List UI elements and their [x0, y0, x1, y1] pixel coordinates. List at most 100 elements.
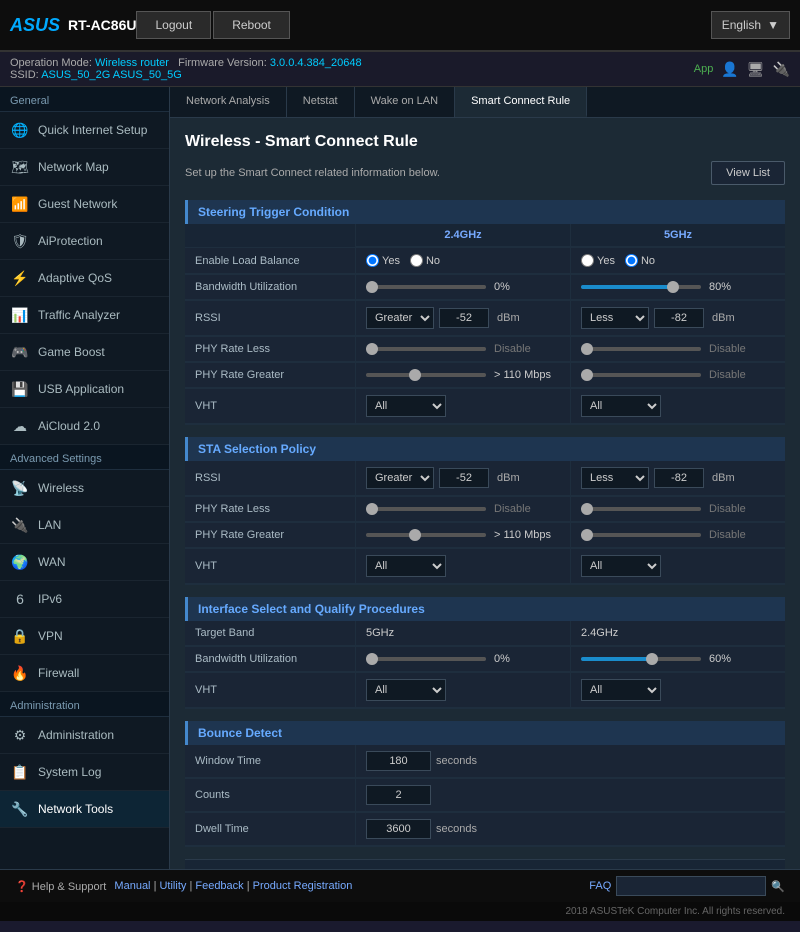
tab-netstat[interactable]: Netstat: [287, 87, 355, 117]
traffic-analyzer-icon: 📊: [10, 305, 30, 325]
lb-5g-yes-radio[interactable]: [581, 254, 594, 267]
feedback-link[interactable]: Feedback: [195, 880, 243, 892]
lb-2g-no-radio[interactable]: [410, 254, 423, 267]
sidebar-item-game-boost[interactable]: 🎮 Game Boost: [0, 334, 169, 371]
sidebar-item-adaptive-qos[interactable]: ⚡ Adaptive QoS: [0, 260, 169, 297]
vht-2g-select[interactable]: AllVHT onlyNon-VHT: [366, 395, 446, 417]
footer-links: Manual | Utility | Feedback | Product Re…: [111, 880, 352, 892]
lb-5g-no-label[interactable]: No: [625, 254, 655, 267]
tab-wake-on-lan[interactable]: Wake on LAN: [355, 87, 455, 117]
vht-5g-select[interactable]: AllVHT onlyNon-VHT: [581, 395, 661, 417]
administration-icon: ⚙: [10, 725, 30, 745]
firmware-link[interactable]: 3.0.0.4.384_20648: [270, 57, 362, 69]
view-list-button[interactable]: View List: [711, 161, 785, 185]
sidebar-item-network-map[interactable]: 🗺 Network Map: [0, 149, 169, 186]
bw-5g-slider[interactable]: [581, 285, 701, 289]
guest-network-icon: 📶: [10, 194, 30, 214]
sta-vht-5g-select[interactable]: AllVHT only: [581, 555, 661, 577]
sta-phy-greater-5g-slider[interactable]: [581, 533, 701, 537]
ipv6-icon: 6: [10, 589, 30, 609]
sta-phy-less-2g: Disable: [355, 497, 570, 522]
lb-2g-no-label[interactable]: No: [410, 254, 440, 267]
sidebar-item-system-log[interactable]: 📋 System Log: [0, 754, 169, 791]
sidebar-item-label: Guest Network: [38, 197, 117, 211]
phy-less-2g-slider[interactable]: [366, 347, 486, 351]
product-reg-link[interactable]: Product Registration: [253, 880, 353, 892]
usb-icon[interactable]: 🔌: [773, 61, 790, 78]
iface-vht-2g-select[interactable]: AllVHT only: [366, 679, 446, 701]
sidebar-item-quick-internet[interactable]: 🌐 Quick Internet Setup: [0, 112, 169, 149]
sta-phy-greater-2g-slider[interactable]: [366, 533, 486, 537]
dwell-time-input[interactable]: [366, 819, 431, 839]
search-icon[interactable]: 🔍: [771, 880, 785, 893]
phy-less-5g-slider[interactable]: [581, 347, 701, 351]
sidebar-item-vpn[interactable]: 🔒 VPN: [0, 618, 169, 655]
sidebar-item-lan[interactable]: 🔌 LAN: [0, 507, 169, 544]
sta-rssi-5g-operator[interactable]: LessGreater: [581, 467, 649, 489]
reboot-button[interactable]: Reboot: [213, 11, 290, 39]
tab-smart-connect-rule[interactable]: Smart Connect Rule: [455, 87, 587, 117]
game-boost-icon: 🎮: [10, 342, 30, 362]
sta-rssi-5g-value[interactable]: [654, 468, 704, 488]
faq-search-input[interactable]: [616, 876, 766, 896]
sta-rssi-2g-value[interactable]: [439, 468, 489, 488]
utility-link[interactable]: Utility: [159, 880, 186, 892]
operation-mode-link[interactable]: Wireless router: [95, 57, 169, 69]
phy-greater-5g-slider[interactable]: [581, 373, 701, 377]
ssid-5g-link[interactable]: ASUS_50_5G: [113, 69, 182, 81]
sidebar-item-wan[interactable]: 🌍 WAN: [0, 544, 169, 581]
tab-network-analysis[interactable]: Network Analysis: [170, 87, 287, 117]
counts-input[interactable]: [366, 785, 431, 805]
wireless-icon: 📡: [10, 478, 30, 498]
iface-bw-5g-slider[interactable]: [581, 657, 701, 661]
sta-phy-less-5g-slider[interactable]: [581, 507, 701, 511]
rssi-5g-value[interactable]: [654, 308, 704, 328]
lb-5g-no-radio[interactable]: [625, 254, 638, 267]
sidebar-item-usb-application[interactable]: 💾 USB Application: [0, 371, 169, 408]
sidebar-item-network-tools[interactable]: 🔧 Network Tools: [0, 791, 169, 828]
logout-button[interactable]: Logout: [136, 11, 211, 39]
vht-label-steering: VHT: [185, 389, 355, 424]
rssi-2g-operator[interactable]: GreaterLess: [366, 307, 434, 329]
lb-5g-radio-group: Yes No: [581, 254, 655, 267]
footer: ❓ Help & Support Manual | Utility | Feed…: [0, 869, 800, 902]
sta-phy-less-5g-val: Disable: [709, 503, 746, 515]
lb-5g-yes-label[interactable]: Yes: [581, 254, 615, 267]
iface-bw-2g-slider[interactable]: [366, 657, 486, 661]
sidebar-item-traffic-analyzer[interactable]: 📊 Traffic Analyzer: [0, 297, 169, 334]
bw-2g-slider[interactable]: [366, 285, 486, 289]
iface-bw-5g-value: 60%: [709, 653, 739, 665]
sidebar-item-aicloud[interactable]: ☁ AiCloud 2.0: [0, 408, 169, 445]
lb-2g-yes-label[interactable]: Yes: [366, 254, 400, 267]
sta-rssi-5g-unit: dBm: [712, 472, 735, 484]
user-icon[interactable]: 👤: [721, 61, 738, 78]
sidebar: General 🌐 Quick Internet Setup 🗺 Network…: [0, 87, 170, 869]
target-band-2g: 5GHz: [355, 621, 570, 646]
sidebar-item-ipv6[interactable]: 6 IPv6: [0, 581, 169, 618]
sidebar-item-firewall[interactable]: 🔥 Firewall: [0, 655, 169, 692]
ssid-2g-link[interactable]: ASUS_50_2G: [41, 69, 110, 81]
sta-phy-less-2g-slider[interactable]: [366, 507, 486, 511]
sidebar-item-wireless[interactable]: 📡 Wireless: [0, 470, 169, 507]
phy-greater-2g-slider[interactable]: [366, 373, 486, 377]
rssi-5g-operator[interactable]: LessGreater: [581, 307, 649, 329]
sta-vht-label: VHT: [185, 549, 355, 584]
lb-2g-yes-radio[interactable]: [366, 254, 379, 267]
sidebar-item-guest-network[interactable]: 📶 Guest Network: [0, 186, 169, 223]
window-time-input[interactable]: [366, 751, 431, 771]
iface-vht-5g-select[interactable]: AllVHT only: [581, 679, 661, 701]
language-selector[interactable]: English ▼: [711, 11, 790, 39]
sidebar-item-label: VPN: [38, 629, 63, 643]
phy-less-5g: Disable: [570, 337, 785, 362]
help-icon: ❓ Help & Support: [15, 880, 106, 893]
sta-rssi-2g-operator[interactable]: GreaterLess: [366, 467, 434, 489]
rssi-2g-value[interactable]: [439, 308, 489, 328]
dwell-time-unit: seconds: [436, 823, 477, 835]
manual-link[interactable]: Manual: [114, 880, 150, 892]
lan-icon: 🔌: [10, 515, 30, 535]
sta-vht-2g-select[interactable]: AllVHT only: [366, 555, 446, 577]
sidebar-item-administration[interactable]: ⚙ Administration: [0, 717, 169, 754]
monitor-icon[interactable]: 🖥: [747, 61, 765, 78]
page-content: Wireless - Smart Connect Rule Set up the…: [170, 118, 800, 869]
sidebar-item-aiprotection[interactable]: 🛡 AiProtection: [0, 223, 169, 260]
